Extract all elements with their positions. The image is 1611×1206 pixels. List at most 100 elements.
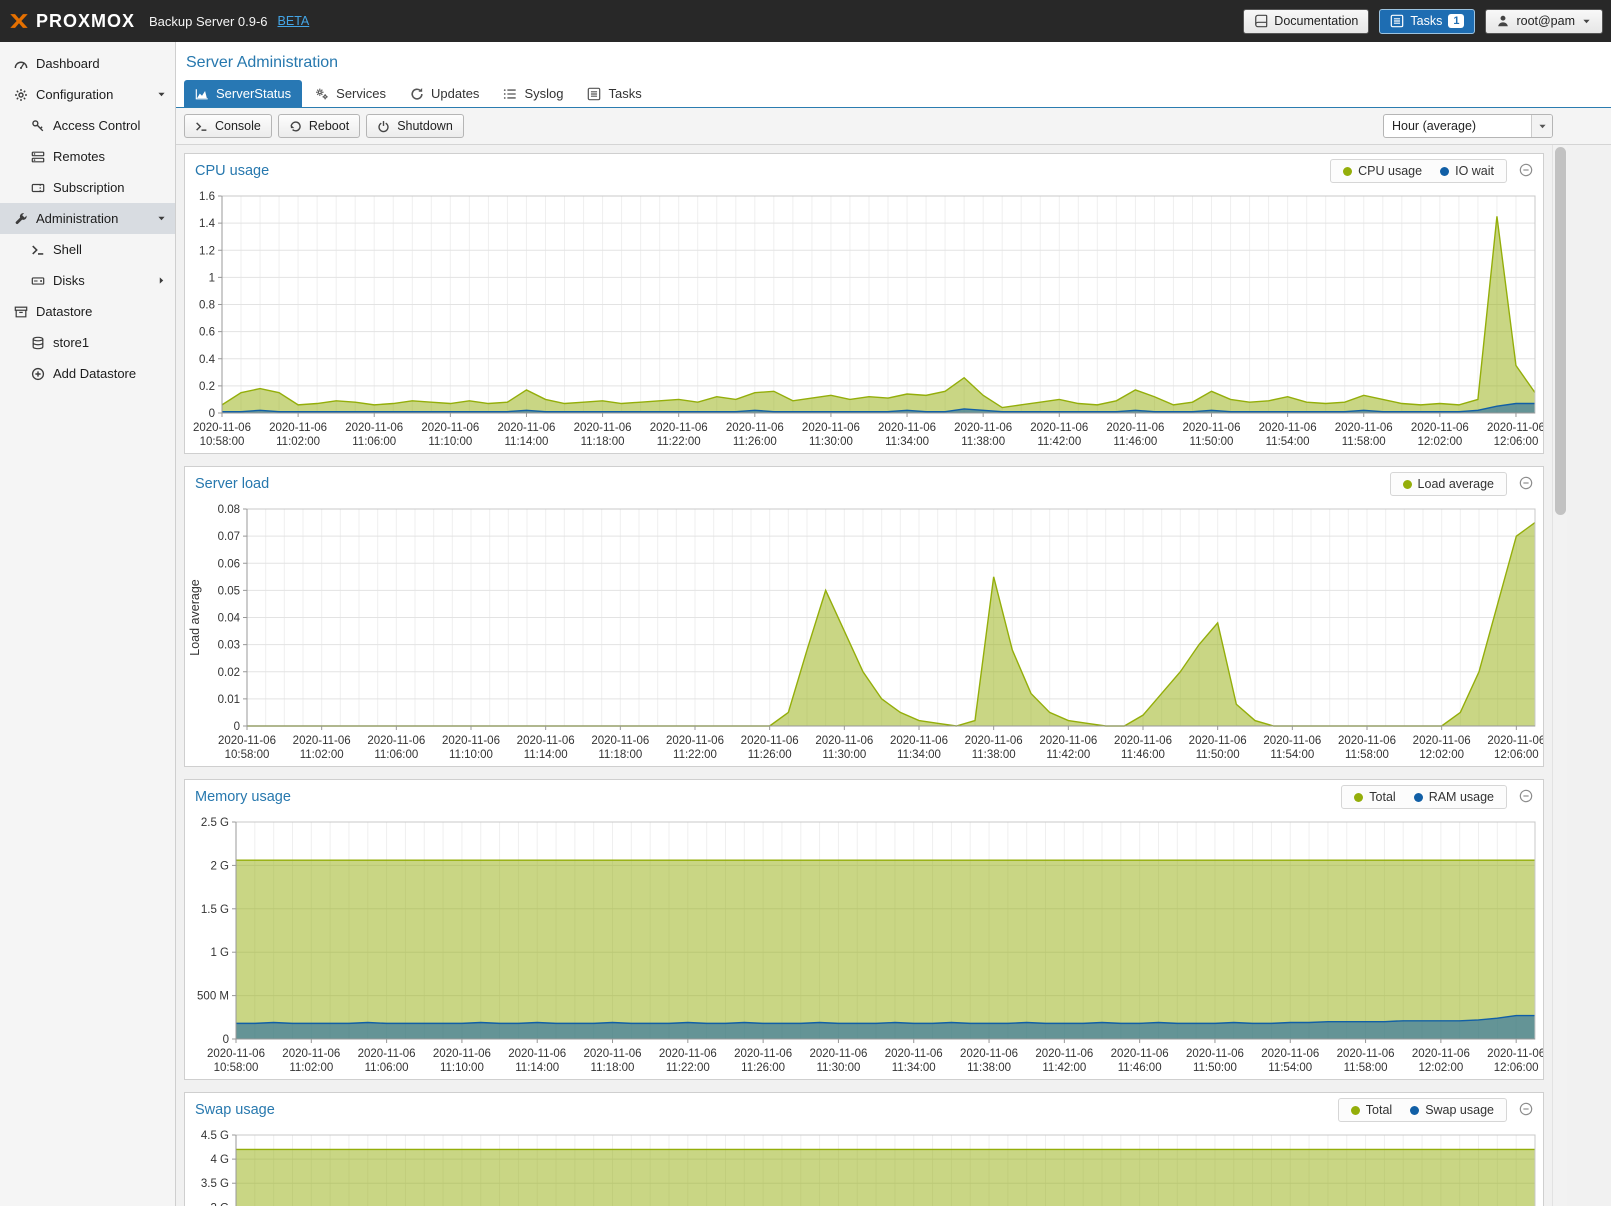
svg-text:11:18:00: 11:18:00 xyxy=(598,749,642,761)
svg-text:10:58:00: 10:58:00 xyxy=(200,436,245,448)
key-icon xyxy=(31,119,45,133)
svg-text:11:42:00: 11:42:00 xyxy=(1037,436,1081,448)
sidebar-item-access-control[interactable]: Access Control xyxy=(0,110,175,141)
svg-text:11:38:00: 11:38:00 xyxy=(972,749,1016,761)
svg-text:11:54:00: 11:54:00 xyxy=(1266,436,1310,448)
tab-serverstatus[interactable]: ServerStatus xyxy=(184,80,302,107)
tab-tasks[interactable]: Tasks xyxy=(576,80,652,107)
ticket-icon xyxy=(31,181,45,195)
tab-updates[interactable]: Updates xyxy=(399,80,490,107)
tab-services[interactable]: Services xyxy=(304,80,397,107)
expander-right-icon[interactable] xyxy=(156,275,167,286)
collapse-panel-button[interactable] xyxy=(1517,1101,1535,1119)
timeframe-select[interactable]: Hour (average) xyxy=(1383,114,1553,138)
svg-text:0.03: 0.03 xyxy=(218,640,240,652)
tab-label: Services xyxy=(336,86,386,101)
reboot-button[interactable]: Reboot xyxy=(278,114,360,138)
svg-text:2020-11-06: 2020-11-06 xyxy=(1487,735,1543,747)
reboot-label: Reboot xyxy=(309,119,349,133)
sidebar-item-disks[interactable]: Disks xyxy=(0,265,175,296)
collapse-panel-button[interactable] xyxy=(1517,475,1535,493)
sidebar-item-shell[interactable]: Shell xyxy=(0,234,175,265)
svg-text:10:58:00: 10:58:00 xyxy=(225,749,270,761)
vertical-scrollbar[interactable] xyxy=(1552,145,1567,1206)
sidebar-item-store1[interactable]: store1 xyxy=(0,327,175,358)
legend-item-swap-usage[interactable]: Swap usage xyxy=(1410,1103,1494,1117)
legend-item-load-average[interactable]: Load average xyxy=(1403,477,1494,491)
legend-item-cpu-usage[interactable]: CPU usage xyxy=(1343,164,1422,178)
svg-text:2020-11-06: 2020-11-06 xyxy=(1413,735,1471,747)
sidebar-item-administration[interactable]: Administration xyxy=(0,203,175,234)
svg-text:2.5 G: 2.5 G xyxy=(201,817,229,829)
collapse-panel-button[interactable] xyxy=(1517,162,1535,180)
console-button[interactable]: Console xyxy=(184,114,272,138)
refresh-icon xyxy=(410,87,424,101)
svg-text:11:10:00: 11:10:00 xyxy=(440,1062,484,1074)
panel-title: Memory usage xyxy=(195,789,291,805)
svg-text:2020-11-06: 2020-11-06 xyxy=(269,422,327,434)
svg-text:11:58:00: 11:58:00 xyxy=(1344,1062,1388,1074)
legend-item-io-wait[interactable]: IO wait xyxy=(1440,164,1494,178)
legend-item-total[interactable]: Total xyxy=(1351,1103,1392,1117)
sidebar-item-datastore[interactable]: Datastore xyxy=(0,296,175,327)
combo-trigger[interactable] xyxy=(1531,115,1552,137)
collapse-panel-button[interactable] xyxy=(1517,788,1535,806)
svg-text:1 G: 1 G xyxy=(210,947,229,959)
legend-dot-green xyxy=(1343,167,1352,176)
svg-text:0.6: 0.6 xyxy=(199,327,215,339)
svg-text:11:02:00: 11:02:00 xyxy=(289,1062,333,1074)
minus-circle-icon xyxy=(1519,1102,1533,1116)
minus-circle-icon xyxy=(1519,163,1533,177)
svg-text:2020-11-06: 2020-11-06 xyxy=(650,422,708,434)
memory-usage-panel: Memory usage Total RAM usage xyxy=(184,779,1544,1080)
svg-text:2020-11-06: 2020-11-06 xyxy=(1030,422,1088,434)
sidebar-item-label: Configuration xyxy=(36,87,113,102)
svg-text:2020-11-06: 2020-11-06 xyxy=(1111,1048,1169,1060)
svg-text:0.08: 0.08 xyxy=(218,504,240,516)
legend-label: RAM usage xyxy=(1429,790,1494,804)
sidebar-item-remotes[interactable]: Remotes xyxy=(0,141,175,172)
svg-text:2020-11-06: 2020-11-06 xyxy=(890,735,948,747)
svg-text:2020-11-06: 2020-11-06 xyxy=(1186,1048,1244,1060)
legend-item-ram-usage[interactable]: RAM usage xyxy=(1414,790,1494,804)
svg-text:1.2: 1.2 xyxy=(199,245,215,257)
expander-down-icon[interactable] xyxy=(156,89,167,100)
svg-text:11:34:00: 11:34:00 xyxy=(885,436,929,448)
sidebar-item-dashboard[interactable]: Dashboard xyxy=(0,48,175,79)
tasks-button[interactable]: Tasks 1 xyxy=(1379,9,1475,34)
svg-text:500 M: 500 M xyxy=(197,991,229,1003)
sidebar-item-add-datastore[interactable]: Add Datastore xyxy=(0,358,175,389)
archive-icon xyxy=(14,305,28,319)
tab-syslog[interactable]: Syslog xyxy=(492,80,574,107)
svg-text:2020-11-06: 2020-11-06 xyxy=(1189,735,1247,747)
svg-text:3.5 G: 3.5 G xyxy=(201,1178,229,1190)
svg-text:2020-11-06: 2020-11-06 xyxy=(965,735,1023,747)
caret-down-icon xyxy=(1537,121,1548,132)
svg-text:2020-11-06: 2020-11-06 xyxy=(591,735,649,747)
shutdown-button[interactable]: Shutdown xyxy=(366,114,464,138)
svg-text:11:22:00: 11:22:00 xyxy=(673,749,717,761)
dashboard-icon xyxy=(14,57,28,71)
svg-text:2020-11-06: 2020-11-06 xyxy=(358,1048,416,1060)
list-icon xyxy=(503,87,517,101)
svg-text:11:06:00: 11:06:00 xyxy=(374,749,418,761)
svg-text:2020-11-06: 2020-11-06 xyxy=(734,1048,792,1060)
legend-item-total[interactable]: Total xyxy=(1354,790,1395,804)
svg-text:2020-11-06: 2020-11-06 xyxy=(218,735,276,747)
svg-text:11:58:00: 11:58:00 xyxy=(1342,436,1386,448)
documentation-button[interactable]: Documentation xyxy=(1243,9,1369,34)
svg-text:1.6: 1.6 xyxy=(199,191,215,203)
user-menu-button[interactable]: root@pam xyxy=(1485,9,1603,34)
svg-text:2020-11-06: 2020-11-06 xyxy=(1183,422,1241,434)
beta-link[interactable]: BETA xyxy=(278,14,310,28)
svg-text:4.5 G: 4.5 G xyxy=(201,1130,229,1142)
svg-text:12:06:00: 12:06:00 xyxy=(1494,749,1539,761)
legend-dot-green xyxy=(1403,480,1412,489)
expander-down-icon[interactable] xyxy=(156,213,167,224)
sidebar-item-configuration[interactable]: Configuration xyxy=(0,79,175,110)
svg-text:2020-11-06: 2020-11-06 xyxy=(1114,735,1172,747)
sidebar-item-label: Dashboard xyxy=(36,56,100,71)
sidebar-item-subscription[interactable]: Subscription xyxy=(0,172,175,203)
scrollbar-thumb[interactable] xyxy=(1555,147,1566,515)
svg-text:1: 1 xyxy=(209,272,215,284)
